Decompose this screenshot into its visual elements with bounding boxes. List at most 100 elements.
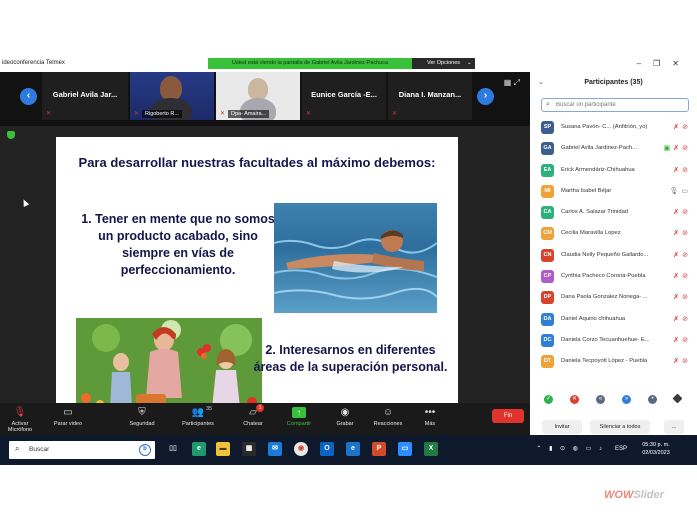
participant-name: Claudia Nelly Pequeño Gallardo...: [561, 251, 649, 258]
muted-mic-icon: ✕: [220, 111, 226, 117]
mic-icon: 🎙: [669, 187, 679, 195]
more-button[interactable]: ••• Más: [418, 403, 442, 435]
end-meeting-button[interactable]: Fin: [492, 409, 524, 423]
muted-mic-icon: ✗: [673, 209, 680, 217]
nonverbal-feedback-row: ✓ ✕ « » •: [542, 393, 692, 405]
reactions-label: Reacciones: [373, 421, 403, 427]
maximize-icon[interactable]: ❐: [653, 59, 672, 68]
more-options-button[interactable]: ...: [664, 420, 684, 434]
participant-row[interactable]: CN Claudia Nelly Pequeño Gallardo... ✗ ⊘: [530, 245, 697, 266]
participant-row[interactable]: GA Gabriel Avila Jardinez-Pach... ▣ ✗ ⊘: [530, 138, 697, 159]
video-off-icon: ⊘: [682, 273, 688, 281]
video-tile-amaira[interactable]: ✕ Dpa- Amaira...: [216, 72, 300, 120]
presentation-slide: Para desarrollar nuestras facultades al …: [56, 137, 458, 413]
chat-button[interactable]: ▱ 1 Chatear: [236, 403, 270, 435]
ellipsis-icon: •••: [424, 407, 436, 418]
prev-page-button[interactable]: ‹: [20, 88, 37, 105]
taskbar-search[interactable]: ⌕ Buscar b: [9, 441, 155, 459]
tile-name: Eunice García -E...: [311, 90, 377, 99]
bing-icon[interactable]: b: [139, 444, 151, 456]
participant-status: ✗ ⊘: [673, 357, 688, 365]
muted-mic-icon: ✕: [392, 111, 398, 117]
participant-row[interactable]: DC Daniela Corzo Tecuanhuehue- E... ✗ ⊘: [530, 330, 697, 351]
chat-label: Chatear: [243, 421, 263, 427]
watermark-slider: Slider: [633, 489, 664, 501]
video-tile-eunice[interactable]: Eunice García -E... ✕: [302, 72, 386, 120]
gallery-view-icon[interactable]: ▦: [504, 78, 512, 87]
avatar: CA: [541, 206, 554, 220]
next-page-button[interactable]: ›: [477, 88, 494, 105]
record-button[interactable]: ◉ Grabar: [330, 403, 360, 435]
powerpoint-icon[interactable]: P: [372, 442, 386, 456]
outlook-icon[interactable]: O: [320, 442, 334, 456]
share-screen-button[interactable]: ↑ Compartir: [282, 403, 316, 435]
family-garden-photo: [76, 318, 262, 413]
participant-name: Dana Paola Gonzalez Noriega- ...: [561, 294, 648, 301]
fullscreen-icon[interactable]: ⤢: [514, 78, 520, 87]
security-button[interactable]: ⛨ Seguridad: [122, 403, 162, 435]
participant-row[interactable]: EA Erick Armendáriz-Chihuahua ✗ ⊘: [530, 160, 697, 181]
window-controls: –❐✕: [637, 59, 691, 68]
participant-row[interactable]: SP Susana Pavón- C... (Anfitrión, yo) ✗ ⊘: [530, 117, 697, 138]
search-icon: ⌕: [546, 101, 550, 108]
search-input[interactable]: [556, 100, 686, 110]
participant-row[interactable]: MI Martha Isabel Béjar 🎙 ▭: [530, 181, 697, 202]
avatar: EA: [541, 163, 554, 177]
participant-search[interactable]: ⌕: [541, 98, 689, 112]
wowslider-watermark: WOWSlider: [604, 489, 684, 505]
no-icon[interactable]: ✕: [570, 395, 579, 404]
participant-row[interactable]: CM Cecilia Maravilla Lopez ✗ ⊘: [530, 223, 697, 244]
participant-status: ✗ ⊘: [673, 166, 688, 174]
edge-icon[interactable]: e: [192, 442, 206, 456]
slide-title: Para desarrollar nuestras facultades al …: [78, 155, 436, 170]
muted-mic-icon: ✗: [673, 166, 680, 174]
participant-row[interactable]: CA Carlos A. Salazar Trinidad ✗ ⊘: [530, 202, 697, 223]
stop-video-button[interactable]: ▭ Parar video: [48, 403, 88, 435]
view-options-button[interactable]: Ver Opciones ⌄: [412, 58, 475, 69]
tray-icons[interactable]: ⌃ ▮ ⊙ ◍ ▭ ♪: [536, 445, 605, 452]
chevron-down-icon[interactable]: ⌄: [538, 75, 544, 91]
clock-date: 02/03/2023: [642, 450, 670, 456]
store-icon[interactable]: ▦: [242, 442, 256, 456]
shield-icon[interactable]: [7, 131, 15, 139]
avatar: CN: [541, 248, 554, 262]
tile-label: Dpa- Amaira...: [228, 110, 270, 118]
zoom-icon[interactable]: ▭: [398, 442, 412, 456]
more-feedback-icon[interactable]: •: [648, 395, 657, 404]
invite-button[interactable]: Invitar: [542, 420, 582, 434]
participant-row[interactable]: DT Daniela Tecpoyotl López - Puebla ✗ ⊘: [530, 351, 697, 372]
reactions-button[interactable]: ☺ Reacciones: [368, 403, 408, 435]
video-icon: ▭: [681, 187, 688, 195]
video-tile-rigoberto[interactable]: ✕ Rigoberto R...: [130, 72, 214, 120]
mail-icon[interactable]: ✉: [268, 442, 282, 456]
excel-icon[interactable]: X: [424, 442, 438, 456]
participant-name: Martha Isabel Béjar: [561, 187, 612, 194]
view-options-label: Ver Opciones: [427, 60, 461, 66]
chrome-icon[interactable]: ◉: [294, 442, 308, 456]
close-icon[interactable]: ✕: [672, 59, 691, 68]
slower-icon[interactable]: «: [596, 395, 605, 404]
video-off-icon: ⊘: [682, 336, 688, 344]
video-off-icon: ⊘: [682, 315, 688, 323]
participant-status: 🎙 ▭: [669, 187, 688, 195]
participant-row[interactable]: CP Cynthia Pacheco Corona-Puebla ✗ ⊘: [530, 266, 697, 287]
mute-all-button[interactable]: Silenciar a todos: [590, 420, 650, 434]
language-indicator[interactable]: ESP: [615, 446, 627, 452]
chat-badge: 1: [256, 404, 264, 412]
participant-row[interactable]: DP Dana Paola Gonzalez Noriega- ... ✗ ⊘: [530, 287, 697, 308]
task-view-icon[interactable]: ▯▯: [166, 442, 180, 456]
clock[interactable]: 05:30 p. m. 02/03/2023: [629, 441, 683, 457]
unmute-button[interactable]: 🎙 Activar Micrófono: [0, 403, 40, 435]
clear-icon[interactable]: [672, 393, 683, 404]
video-tile-diana[interactable]: Diana I. Manzan... ✕: [388, 72, 472, 120]
video-tile-gabriel[interactable]: Gabriel Avila Jar... ✕: [42, 72, 128, 120]
participant-row[interactable]: DA Daniel Aquino chihuahua ✗ ⊘: [530, 309, 697, 330]
participant-name: Daniela Corzo Tecuanhuehue- E...: [561, 336, 650, 343]
internet-explorer-icon[interactable]: e: [346, 442, 360, 456]
minimize-icon[interactable]: –: [637, 59, 653, 68]
participants-button[interactable]: 👥 35 Participantes: [176, 403, 220, 435]
yes-icon[interactable]: ✓: [544, 395, 553, 404]
faster-icon[interactable]: »: [622, 395, 631, 404]
muted-mic-icon: ✗: [673, 315, 680, 323]
file-explorer-icon[interactable]: ▬: [216, 442, 230, 456]
